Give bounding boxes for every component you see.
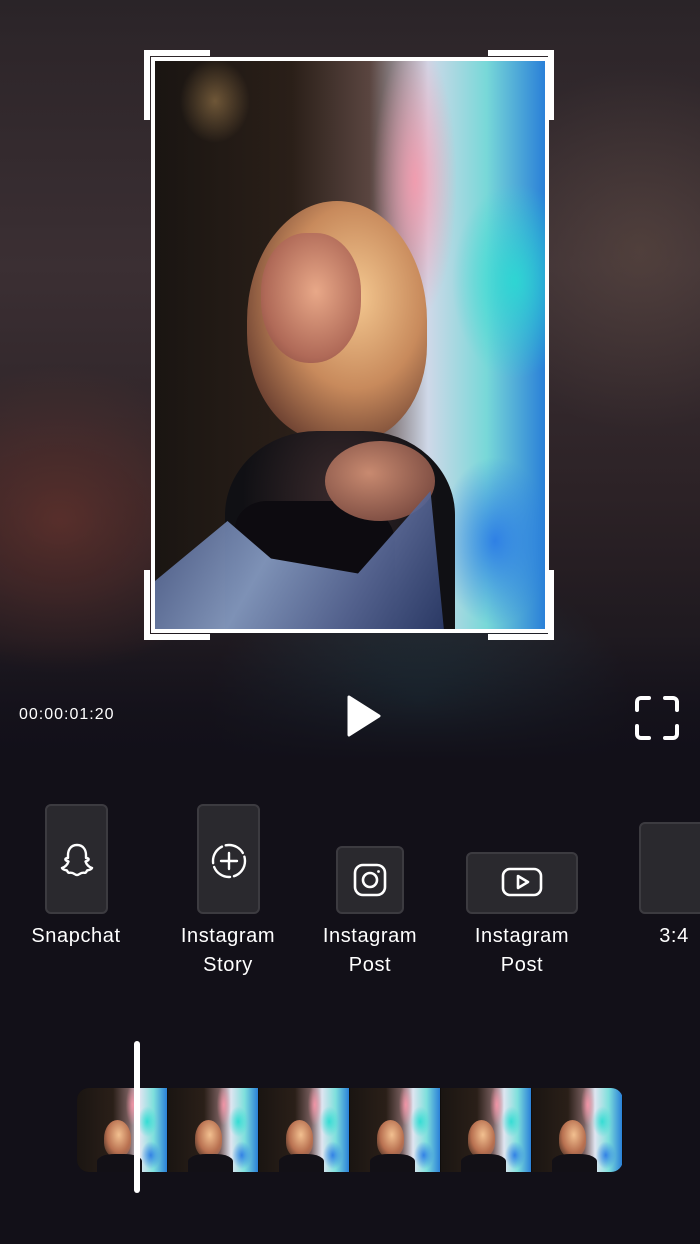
timeline-thumbnail — [168, 1088, 259, 1172]
preset-label: Snapchat — [31, 925, 121, 947]
snapchat-ghost-icon — [60, 843, 94, 877]
dashed-circle-plus-icon — [211, 843, 247, 879]
preset-instagram-post[interactable]: Instagram Post — [294, 800, 446, 980]
video-frame-image — [155, 61, 545, 629]
preset-label: Instagram Post — [322, 925, 418, 976]
preset-shape — [639, 822, 700, 914]
video-preview[interactable] — [151, 57, 549, 633]
preset-label: Instagram Post — [474, 925, 570, 976]
timeline-thumbnail — [350, 1088, 441, 1172]
timeline-thumbnail — [441, 1088, 532, 1172]
crop-handle-bottom-right[interactable] — [488, 570, 554, 640]
preset-ratio-3-4[interactable]: 3:4 — [598, 800, 700, 980]
timeline-filmstrip[interactable] — [77, 1088, 623, 1172]
preset-instagram-story[interactable]: Instagram Story — [152, 800, 304, 980]
crop-handle-top-left[interactable] — [144, 50, 210, 120]
crop-handle-top-right[interactable] — [488, 50, 554, 120]
play-icon — [347, 695, 381, 737]
crop-handle-bottom-left[interactable] — [144, 570, 210, 640]
preset-snapchat[interactable]: Snapchat — [0, 800, 152, 980]
preset-youtube[interactable]: Instagram Post — [446, 800, 598, 980]
fullscreen-button[interactable] — [633, 694, 681, 742]
timecode-label: 00:00:01:20 — [19, 706, 115, 723]
instagram-icon — [353, 863, 387, 897]
play-button[interactable] — [341, 692, 385, 740]
preset-label: 3:4 — [659, 925, 689, 947]
youtube-play-icon — [501, 867, 543, 897]
timeline-thumbnail — [259, 1088, 350, 1172]
preset-label: Instagram Story — [180, 925, 276, 976]
timeline-thumbnail — [532, 1088, 623, 1172]
timeline-thumbnail — [77, 1088, 168, 1172]
timeline-playhead[interactable] — [134, 1041, 140, 1193]
fullscreen-icon — [635, 696, 679, 740]
